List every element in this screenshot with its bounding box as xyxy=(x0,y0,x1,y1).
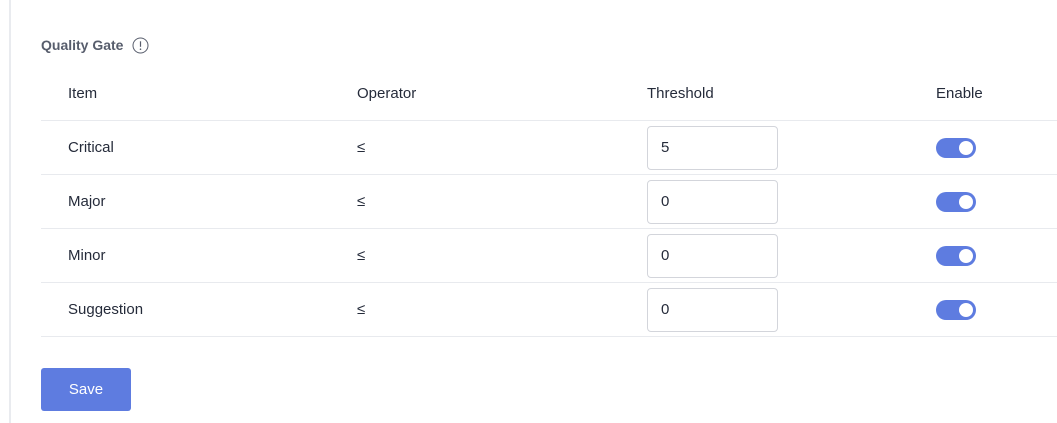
table-row-major: Major ≤ xyxy=(41,175,1057,229)
left-divider xyxy=(9,0,11,423)
threshold-cell xyxy=(647,233,936,278)
table-header-row: Item Operator Threshold Enable xyxy=(41,67,1057,121)
enable-toggle-critical[interactable] xyxy=(936,137,976,158)
info-icon[interactable] xyxy=(132,37,149,54)
toggle-knob xyxy=(959,194,973,209)
header-operator: Operator xyxy=(357,85,417,102)
operator-label: ≤ xyxy=(357,139,366,156)
panel-title: Quality Gate xyxy=(41,37,124,53)
table-row-minor: Minor ≤ xyxy=(41,229,1057,283)
enable-toggle-minor[interactable] xyxy=(936,245,976,266)
toggle-knob xyxy=(959,248,973,263)
item-label: Major xyxy=(68,193,106,210)
threshold-cell xyxy=(647,287,936,332)
header-enable: Enable xyxy=(936,85,983,102)
header-threshold: Threshold xyxy=(647,85,714,102)
quality-gate-table: Item Operator Threshold Enable Critical … xyxy=(41,67,1057,337)
item-label: Critical xyxy=(68,139,114,156)
enable-cell xyxy=(936,245,1057,266)
threshold-input-critical[interactable] xyxy=(647,125,778,170)
operator-label: ≤ xyxy=(357,247,366,264)
threshold-input-minor[interactable] xyxy=(647,233,778,278)
enable-cell xyxy=(936,137,1057,158)
threshold-input-major[interactable] xyxy=(647,179,778,224)
operator-label: ≤ xyxy=(357,301,366,318)
table-row-critical: Critical ≤ xyxy=(41,121,1057,175)
item-label: Minor xyxy=(68,247,106,264)
toggle-knob xyxy=(959,140,973,155)
toggle-knob xyxy=(959,302,973,317)
header-item: Item xyxy=(68,85,98,102)
threshold-cell xyxy=(647,179,936,224)
enable-cell xyxy=(936,191,1057,212)
threshold-cell xyxy=(647,125,936,170)
quality-gate-page: Quality Gate Item Operator Threshold Ena… xyxy=(0,0,1057,423)
panel-header: Quality Gate xyxy=(41,35,149,55)
operator-label: ≤ xyxy=(357,193,366,210)
table-row-suggestion: Suggestion ≤ xyxy=(41,283,1057,337)
threshold-input-suggestion[interactable] xyxy=(647,287,778,332)
save-button[interactable]: Save xyxy=(41,368,131,411)
enable-toggle-suggestion[interactable] xyxy=(936,299,976,320)
enable-toggle-major[interactable] xyxy=(936,191,976,212)
enable-cell xyxy=(936,299,1057,320)
item-label: Suggestion xyxy=(68,301,144,318)
